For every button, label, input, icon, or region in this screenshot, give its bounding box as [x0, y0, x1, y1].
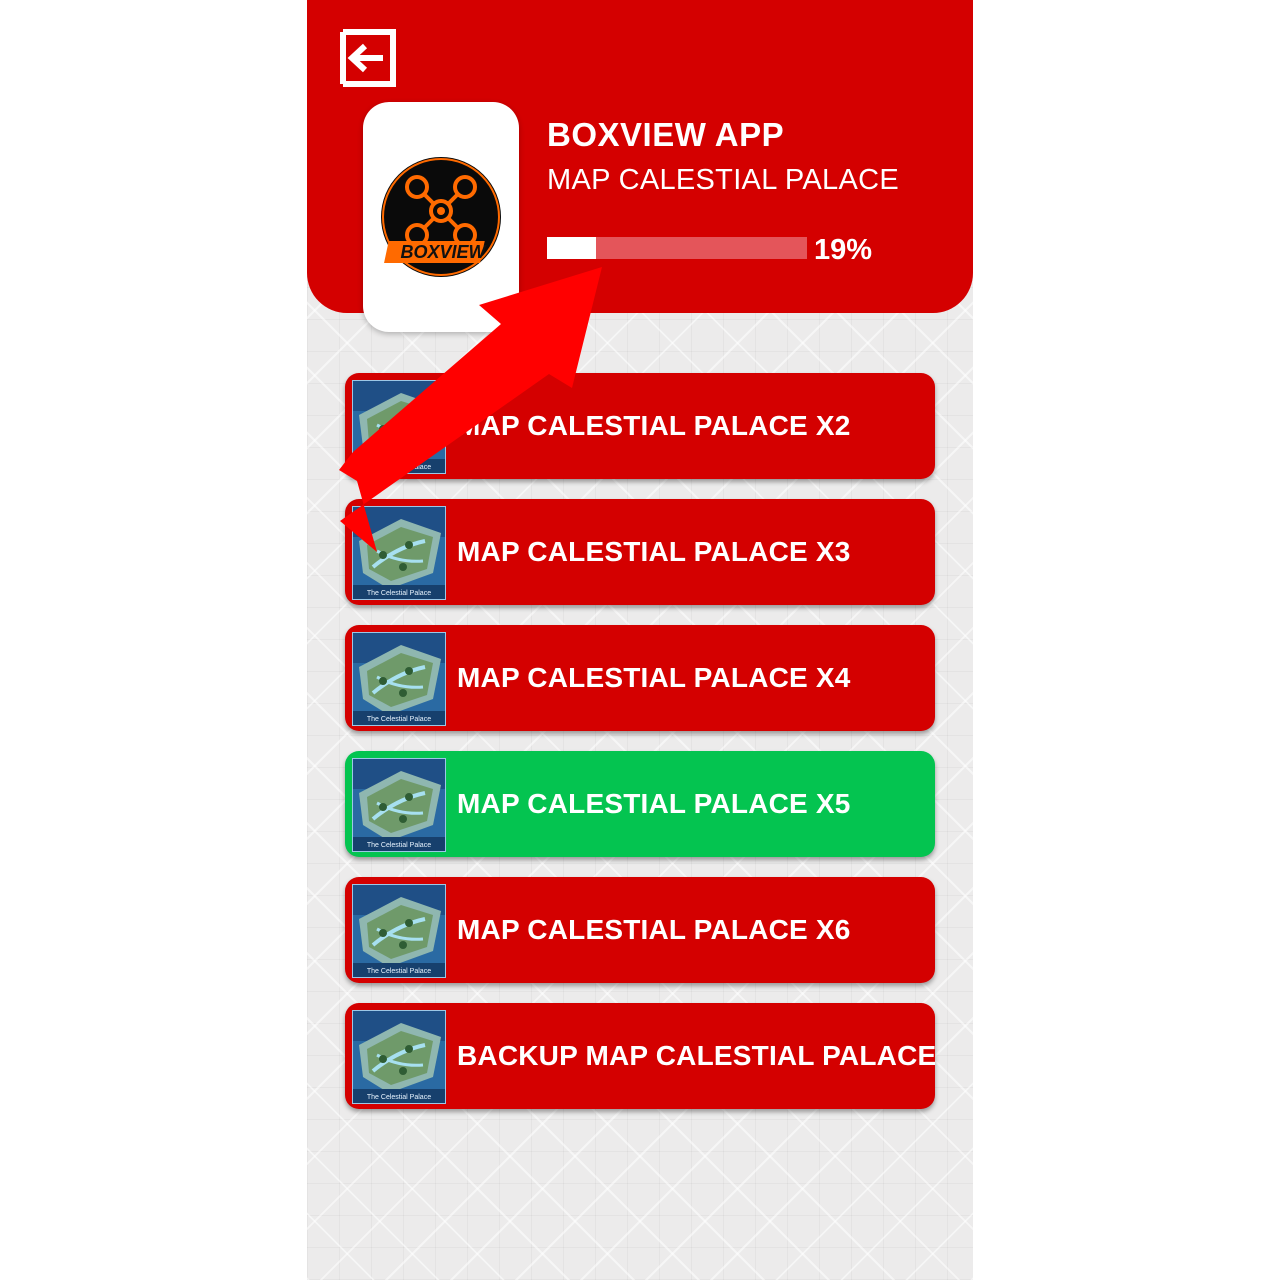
- map-button-label: MAP CALESTIAL PALACE X4: [457, 662, 851, 693]
- map-thumbnail-art: [353, 381, 445, 473]
- map-thumbnail: The Celestial Palace: [352, 884, 446, 978]
- map-thumbnail: The Celestial Palace: [352, 758, 446, 852]
- map-thumbnail: The Celestial Palace: [352, 1010, 446, 1104]
- map-thumbnail: The Celestial Palace: [352, 506, 446, 600]
- map-button[interactable]: The Celestial Palace MAP CALESTIAL PALACE…: [345, 499, 935, 605]
- back-exit-icon[interactable]: [337, 26, 401, 90]
- progress-label: 19%: [814, 234, 873, 266]
- map-button-label: MAP CALESTIAL PALACE X3: [457, 536, 851, 567]
- thumb-caption: The Celestial Palace: [366, 842, 432, 849]
- drone-logo-icon: BOXVIEW: [381, 157, 501, 277]
- thumb-caption: The Celestial Palace: [366, 464, 432, 471]
- thumb-caption: The Celestial Palace: [366, 716, 432, 723]
- progress-fill: [547, 237, 597, 259]
- thumb-caption: The Celestial Palace: [366, 590, 432, 597]
- map-button-label: MAP CALESTIAL PALACE X6: [457, 914, 851, 945]
- map-thumbnail-art: [353, 1011, 445, 1103]
- map-thumbnail-art: [353, 759, 445, 851]
- map-button[interactable]: The Celestial Palace MAP CALESTIAL PALACE…: [345, 877, 935, 983]
- app-title: BOXVIEW APP: [547, 116, 785, 153]
- app-screen: BOXVIEW BOXVIEW APP MAP CALESTIAL PALACE…: [307, 0, 973, 1280]
- app-subtitle: MAP CALESTIAL PALACE: [547, 164, 899, 196]
- map-button[interactable]: The Celestial Palace MAP CALESTIAL PALACE…: [345, 751, 935, 857]
- map-button-label: BACKUP MAP CALESTIAL PALACE: [457, 1040, 937, 1071]
- map-button-label: MAP CALESTIAL PALACE X2: [457, 410, 851, 441]
- map-thumbnail-art: [353, 885, 445, 977]
- progress-bar: [547, 237, 807, 259]
- thumb-caption: The Celestial Palace: [366, 968, 432, 975]
- map-button-label: MAP CALESTIAL PALACE X5: [457, 788, 851, 819]
- map-button[interactable]: The Celestial Palace BACKUP MAP CALESTIAL…: [345, 1003, 937, 1109]
- map-button[interactable]: The Celestial Palace MAP CALESTIAL PALACE…: [345, 625, 935, 731]
- thumb-caption: The Celestial Palace: [366, 1094, 432, 1101]
- map-button[interactable]: The Celestial Palace MAP CALESTIAL PALACE…: [345, 373, 935, 479]
- logo-text: BOXVIEW: [400, 242, 487, 262]
- header-panel: BOXVIEW BOXVIEW APP MAP CALESTIAL PALACE…: [307, 0, 973, 332]
- app-logo-card: BOXVIEW: [363, 102, 519, 332]
- map-thumbnail-art: [353, 633, 445, 725]
- map-thumbnail-art: [353, 507, 445, 599]
- map-thumbnail: The Celestial Palace: [352, 632, 446, 726]
- map-thumbnail: The Celestial Palace: [352, 380, 446, 474]
